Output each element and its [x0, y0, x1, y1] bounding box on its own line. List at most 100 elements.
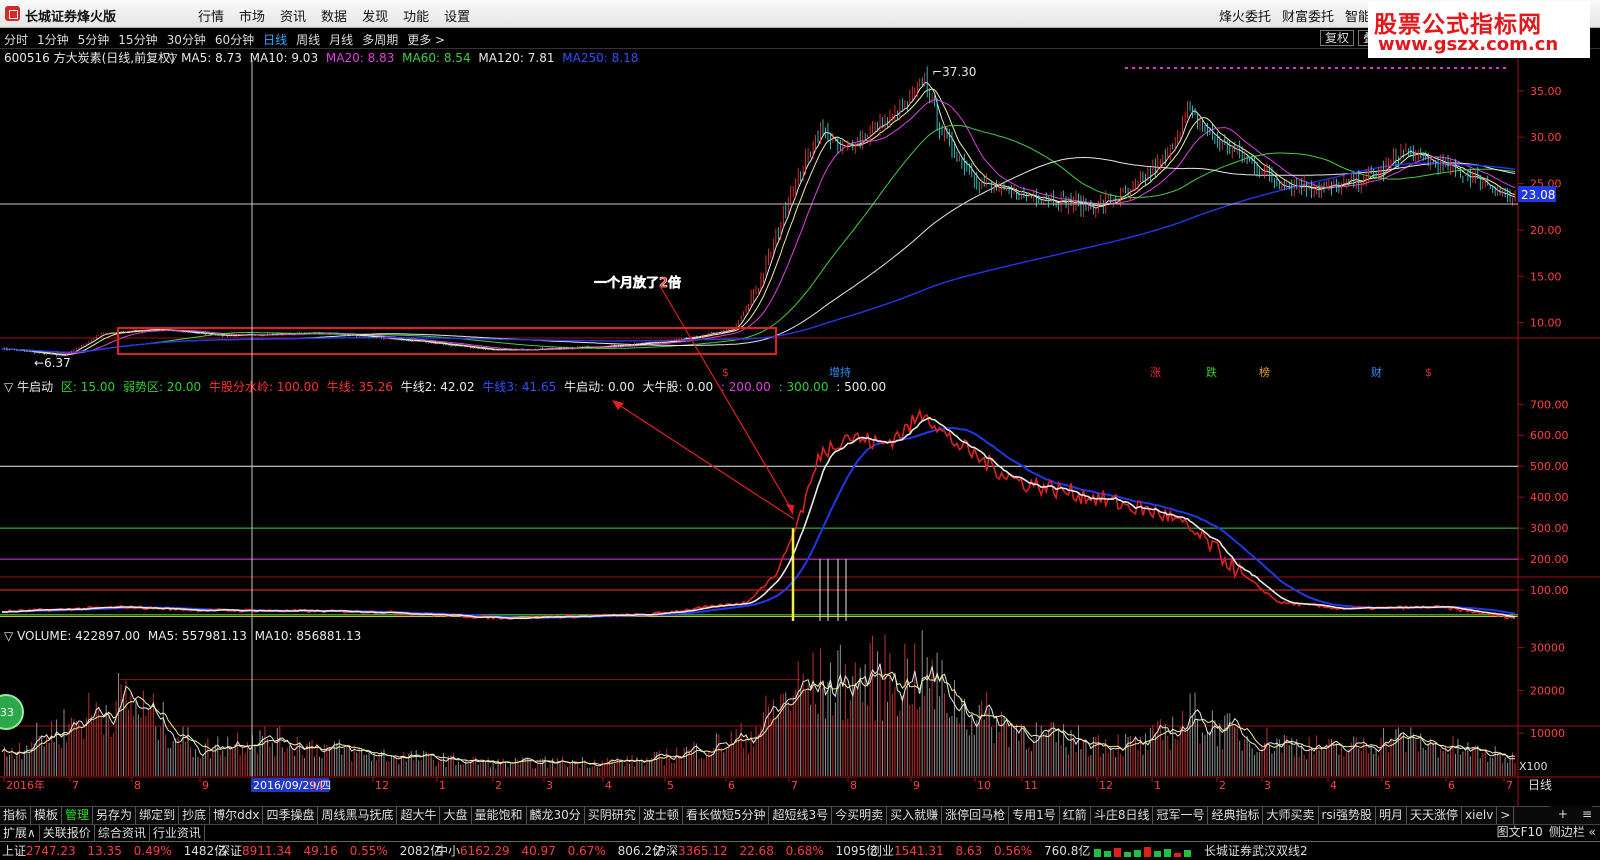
price-y-axis: 35.0030.0025.0020.0015.0010.00 [1518, 85, 1562, 330]
period-tab-more[interactable]: 更多 > [407, 31, 445, 48]
date-label: 8 [134, 779, 141, 792]
menu-quotes[interactable]: 行情 [198, 6, 224, 25]
period-tab-monthly[interactable]: 月线 [329, 31, 353, 48]
period-tab-5min[interactable]: 5分钟 [78, 31, 110, 48]
date-label: 7 [791, 779, 798, 792]
price-tick-label: 15.00 [1530, 270, 1562, 283]
indicator-panel: ▽ 牛启动 区: 15.00 弱势区: 20.00 牛股分水岭: 100.00 … [0, 285, 1569, 621]
info-tab-news[interactable]: 综合资讯 [95, 825, 150, 841]
index-shenzhen[interactable]: 深证8911.34 49.16 0.55% 2082亿 [218, 842, 442, 860]
menu-discover[interactable]: 发现 [362, 6, 388, 25]
formula-tab[interactable]: 买阴研究 [585, 807, 640, 824]
indicator-tick-label: 600.00 [1530, 429, 1569, 442]
index-shanghai[interactable]: 上证2747.23 13.35 0.49% 1482亿 [2, 842, 226, 860]
event-dot [1146, 67, 1149, 69]
formula-tab[interactable]: 博尔ddx [210, 807, 264, 824]
f10-button[interactable]: 图文F10 [1497, 824, 1543, 841]
ind-level200-label: : 200.00 [721, 380, 771, 394]
menu-fenghuo-trade[interactable]: 烽火委托 [1219, 6, 1271, 25]
price-tick-label: 30.00 [1530, 131, 1562, 144]
kline-chart[interactable]: 600516 方大炭素(日线,前复权) ▽ MA5: 8.73 MA10: 9.… [0, 49, 1600, 806]
menu-wealth-trade[interactable]: 财富委托 [1282, 6, 1334, 25]
breadth-bar [1114, 848, 1121, 857]
menu-functions[interactable]: 功能 [403, 6, 429, 25]
indicator-tick-label: 200.00 [1530, 553, 1569, 566]
formula-tab[interactable]: 红箭 [1060, 807, 1091, 824]
indicator-y-axis: 700.00 600.00 500.00 400.00 300.00 200.00 100.… [1518, 398, 1569, 597]
period-tab-15min[interactable]: 15分钟 [118, 31, 157, 48]
add-formula-button[interactable]: + [1558, 806, 1568, 824]
event-dot [1419, 67, 1422, 69]
formula-tab[interactable]: 四季操盘 [263, 807, 319, 824]
breadth-bar [1134, 850, 1141, 857]
formula-tab[interactable]: rsi强势股 [1319, 807, 1377, 824]
info-tab-expand[interactable]: 扩展∧ [0, 825, 40, 841]
event-dot [1160, 67, 1163, 69]
event-dot [1258, 67, 1261, 69]
formula-tab[interactable]: xielv [1462, 807, 1498, 824]
date-label: 11 [1024, 779, 1038, 792]
formula-tab[interactable]: 管理 [62, 807, 94, 824]
index-csi300[interactable]: 沪深3365.12 22.68 0.68% 1095亿 [654, 842, 878, 860]
info-tab-industry[interactable]: 行业资讯 [150, 825, 205, 841]
formula-tab[interactable]: 明月 [1376, 807, 1408, 824]
formula-tab[interactable]: 抄底 [179, 807, 211, 824]
formula-tab[interactable]: 今买明卖 [832, 807, 888, 824]
event-dot [1335, 67, 1338, 69]
formula-scroll-right[interactable]: > [1497, 807, 1515, 824]
period-tab-daily[interactable]: 日线 [263, 31, 287, 48]
event-dot [1412, 67, 1415, 69]
formula-tab[interactable]: 斗庄8日线 [1091, 807, 1154, 824]
period-tab-30min[interactable]: 30分钟 [167, 31, 206, 48]
ma20-label: MA20: 8.83 [326, 51, 394, 65]
formula-tab[interactable]: 指标 [0, 807, 32, 824]
status-text: 长城证券武汉双线2 [1204, 844, 1308, 858]
date-label: 6 [728, 779, 735, 792]
formula-tab[interactable]: 另存为 [93, 807, 137, 824]
sidebar-toggle[interactable]: 侧边栏 « [1549, 824, 1596, 841]
period-tab-1min[interactable]: 1分钟 [37, 31, 69, 48]
formula-tab[interactable]: 超大牛 [397, 807, 441, 824]
formula-tab[interactable]: 模板 [31, 807, 63, 824]
adjust-button[interactable]: 复权 [1320, 30, 1355, 46]
event-dot [1132, 67, 1135, 69]
formula-tab[interactable]: 涨停回马枪 [942, 807, 1010, 824]
period-tab-multi[interactable]: 多周期 [362, 31, 398, 48]
volume-bars [3, 630, 1516, 776]
info-tab-related[interactable]: 关联报价 [40, 825, 95, 841]
formula-tab[interactable]: 超短线3号 [769, 807, 833, 824]
formula-tab[interactable]: 看长做短5分钟 [683, 807, 770, 824]
formula-tab[interactable]: 量能饱和 [472, 807, 527, 824]
menu-news[interactable]: 资讯 [280, 6, 306, 25]
formula-tab[interactable]: 买入就赚 [887, 807, 943, 824]
event-dot [1167, 67, 1170, 69]
menu-data[interactable]: 数据 [321, 6, 347, 25]
menu-settings[interactable]: 设置 [444, 6, 470, 25]
formula-tab[interactable]: 周线黑马抚底 [318, 807, 398, 824]
index-sme[interactable]: 中小6162.29 40.97 0.67% 806.2亿 [436, 842, 664, 860]
formula-tab[interactable]: 专用1号 [1009, 807, 1060, 824]
formula-tab[interactable]: 波士顿 [640, 807, 683, 824]
event-dot [1209, 67, 1212, 69]
event-dot [1363, 67, 1366, 69]
menu-market[interactable]: 市场 [239, 6, 265, 25]
period-tab-timeshare[interactable]: 分时 [4, 31, 28, 48]
event-dot [1349, 67, 1352, 69]
formula-tab[interactable]: 麟龙30分 [527, 807, 585, 824]
event-dot [1328, 67, 1331, 69]
formula-tab[interactable]: 天天涨停 [1407, 807, 1463, 824]
volume-ma10-label: MA10: 856881.13 [255, 629, 362, 643]
formula-tab[interactable]: 经典指标 [1208, 807, 1264, 824]
date-label: 8 [850, 779, 857, 792]
formula-menu-icon[interactable]: ≡ [1582, 806, 1592, 824]
period-tab-weekly[interactable]: 周线 [296, 31, 320, 48]
formula-tab[interactable]: 绑定到 [136, 807, 180, 824]
period-tab-60min[interactable]: 60分钟 [215, 31, 254, 48]
event-dot [1496, 67, 1499, 69]
formula-tab[interactable]: 冠军一号 [1153, 807, 1209, 824]
formula-tab[interactable]: 大师买卖 [1263, 807, 1319, 824]
event-dot [1503, 67, 1506, 69]
trade-menu: 烽火委托 财富委托 智能客 [1219, 6, 1384, 25]
index-chinext[interactable]: 创业1541.31 8.63 0.56% 760.8亿 [870, 842, 1090, 860]
formula-tab[interactable]: 大盘 [440, 807, 472, 824]
